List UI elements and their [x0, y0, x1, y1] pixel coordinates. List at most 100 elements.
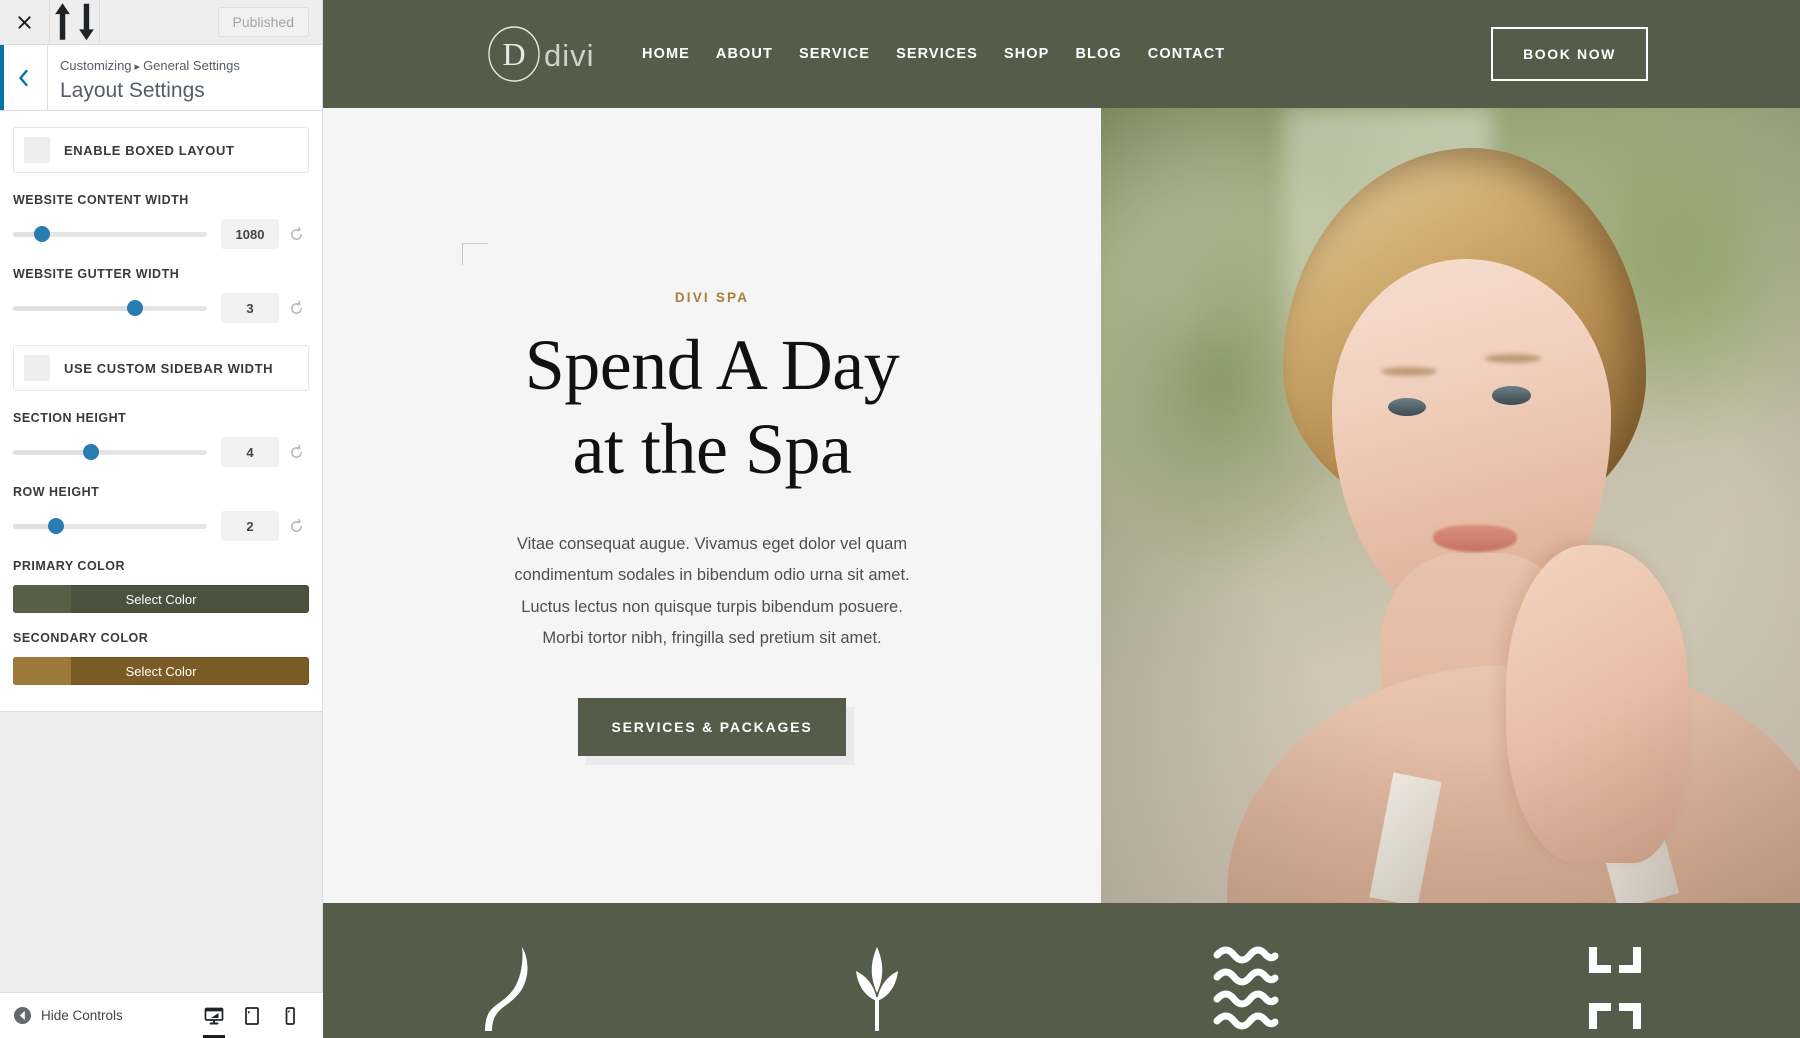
hero-paragraph: Vitae consequat augue. Vivamus eget dolo… — [514, 535, 910, 647]
control-label: SECTION HEIGHT — [13, 411, 127, 425]
control-label: PRIMARY COLOR — [13, 559, 126, 573]
nav-item-service[interactable]: SERVICE — [799, 46, 870, 62]
slider-knob[interactable] — [82, 444, 99, 460]
checkbox-use-custom-sidebar-width[interactable] — [24, 355, 50, 381]
breadcrumb-parent: General Settings — [143, 58, 240, 73]
desktop-icon[interactable] — [195, 993, 233, 1038]
publish-button[interactable]: Published — [217, 7, 309, 37]
services-packages-button[interactable]: SERVICES & PACKAGES — [577, 697, 847, 756]
reset-icon[interactable] — [283, 444, 309, 460]
slider-value-section-height[interactable]: 4 — [221, 437, 279, 467]
hero-title-line-2: at the Spa — [572, 409, 852, 490]
svg-text:divi: divi — [544, 38, 595, 73]
customizer-controls: ENABLE BOXED LAYOUT WEBSITE CONTENT WIDT… — [0, 111, 322, 712]
control-label: WEBSITE CONTENT WIDTH — [13, 193, 189, 207]
feature-item-waves[interactable] — [1062, 903, 1431, 1031]
nav-item-services[interactable]: SERVICES — [896, 46, 978, 62]
tablet-icon[interactable] — [233, 993, 271, 1038]
water-waves-icon — [1213, 946, 1279, 1030]
hero-eyebrow: DIVI SPA — [674, 290, 750, 305]
svg-text:D: D — [502, 36, 525, 72]
nav-item-about[interactable]: ABOUT — [716, 46, 773, 62]
control-primary-color: PRIMARY COLOR Select Color — [13, 559, 309, 613]
customizer-footer: Hide Controls — [0, 992, 323, 1038]
breadcrumb-separator: ▸ — [134, 61, 141, 73]
divi-logo-icon: D divi — [488, 26, 595, 82]
slider-row: 1080 — [13, 219, 309, 249]
reset-icon[interactable] — [283, 300, 309, 316]
primary-color-select-button[interactable]: Select Color — [13, 585, 309, 613]
secondary-color-swatch — [13, 657, 71, 685]
checkbox-enable-boxed-layout[interactable] — [24, 137, 50, 163]
feature-icons-bar — [323, 903, 1800, 1038]
device-preview-buttons — [195, 993, 323, 1038]
hero-image — [1101, 108, 1800, 903]
control-label: ROW HEIGHT — [13, 485, 100, 499]
feature-item-expand[interactable] — [1431, 903, 1800, 1031]
control-label: USE CUSTOM SIDEBAR WIDTH — [64, 360, 274, 376]
page-title: Layout Settings — [60, 78, 205, 102]
hero-title-line-1: Spend A Day — [524, 325, 900, 405]
lotus-plant-icon — [855, 947, 898, 1031]
control-row-height: ROW HEIGHT 2 — [13, 485, 309, 541]
hero-cta-wrap: SERVICES & PACKAGES — [577, 697, 847, 756]
nav-item-shop[interactable]: SHOP — [1004, 46, 1050, 62]
control-label: ENABLE BOXED LAYOUT — [64, 142, 235, 158]
slider-value-row-height[interactable]: 2 — [221, 511, 279, 541]
hero-section: DIVI SPA Spend A Day at the Spa Vitae co… — [323, 108, 1800, 903]
reset-icon[interactable] — [283, 226, 309, 242]
nav-item-blog[interactable]: BLOG — [1075, 46, 1121, 62]
nav-item-home[interactable]: HOME — [642, 46, 690, 62]
book-now-button[interactable]: BOOK NOW — [1491, 27, 1648, 81]
collapse-left-icon — [14, 1007, 31, 1024]
mobile-icon[interactable] — [271, 993, 309, 1038]
control-secondary-color: SECONDARY COLOR Select Color — [13, 631, 309, 685]
close-icon[interactable] — [0, 0, 50, 44]
slider-knob[interactable] — [47, 518, 64, 534]
slider-track-website-gutter-width[interactable] — [13, 300, 207, 316]
primary-color-swatch — [13, 585, 71, 613]
control-website-content-width: WEBSITE CONTENT WIDTH 1080 — [13, 193, 309, 249]
color-button-label: Select Color — [125, 591, 197, 607]
site-preview: D divi HOME ABOUT SERVICE SERVICES SHOP … — [323, 0, 1800, 1038]
slider-track-section-height[interactable] — [13, 444, 207, 460]
leaf-icon — [484, 947, 528, 1031]
feature-item-lotus[interactable] — [692, 903, 1061, 1031]
customizer-topbar: Published — [0, 0, 322, 45]
control-enable-boxed-layout[interactable]: ENABLE BOXED LAYOUT — [13, 127, 309, 173]
hero-content: DIVI SPA Spend A Day at the Spa Vitae co… — [323, 108, 1101, 903]
control-label: SECONDARY COLOR — [13, 631, 149, 645]
reset-icon[interactable] — [283, 518, 309, 534]
slider-track-row-height[interactable] — [13, 518, 207, 534]
woman-portrait-photo — [1101, 108, 1800, 903]
control-label: WEBSITE GUTTER WIDTH — [13, 267, 180, 281]
page-title: Spend A Day at the Spa — [525, 323, 900, 491]
site-header: D divi HOME ABOUT SERVICE SERVICES SHOP … — [323, 0, 1800, 108]
corner-crop-mark — [462, 243, 488, 265]
breadcrumb: Customizing ▸ General Settings — [60, 56, 240, 76]
customizer-app: Published Customizing ▸ General Settings L… — [0, 0, 1800, 1038]
customizer-panel-header: Customizing ▸ General Settings Layout Sett… — [0, 45, 322, 111]
slider-value-website-gutter-width[interactable]: 3 — [221, 293, 279, 323]
breadcrumb-root: Customizing — [60, 58, 132, 73]
slider-row: 2 — [13, 511, 309, 541]
slider-row: 3 — [13, 293, 309, 323]
sort-arrows-icon[interactable] — [50, 0, 100, 44]
feature-item-leaf[interactable] — [323, 903, 692, 1031]
control-section-height: SECTION HEIGHT 4 — [13, 411, 309, 467]
hide-controls-label: Hide Controls — [41, 1008, 123, 1023]
secondary-color-select-button[interactable]: Select Color — [13, 657, 309, 685]
slider-value-website-content-width[interactable]: 1080 — [221, 219, 279, 249]
slider-knob[interactable] — [127, 300, 144, 316]
slider-track-website-content-width[interactable] — [13, 226, 207, 242]
site-logo[interactable]: D divi — [486, 25, 604, 83]
hide-controls-button[interactable]: Hide Controls — [0, 1007, 123, 1024]
slider-knob[interactable] — [34, 226, 51, 242]
nav-item-contact[interactable]: CONTACT — [1148, 46, 1226, 62]
control-use-custom-sidebar-width[interactable]: USE CUSTOM SIDEBAR WIDTH — [13, 345, 309, 391]
panel-title-wrap: Customizing ▸ General Settings Layout Sett… — [48, 45, 240, 110]
slider-row: 4 — [13, 437, 309, 467]
chevron-left-icon[interactable] — [0, 45, 48, 110]
control-website-gutter-width: WEBSITE GUTTER WIDTH 3 — [13, 267, 309, 323]
